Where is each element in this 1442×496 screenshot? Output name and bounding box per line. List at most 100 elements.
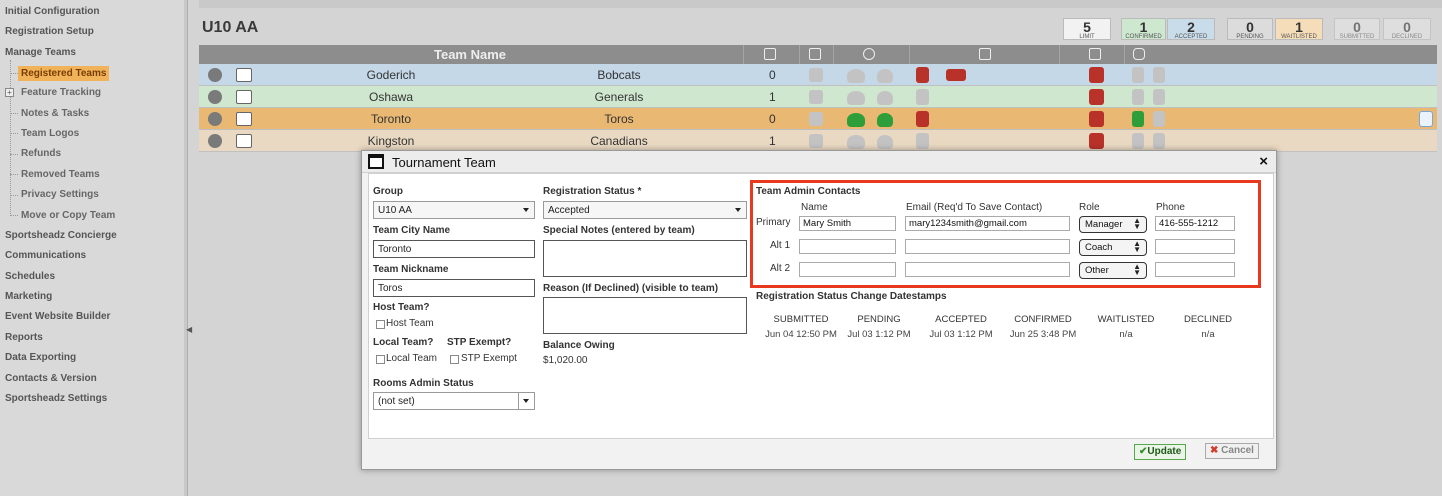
primary-contact-phone-input[interactable]: 416-555-1212 <box>1155 216 1235 231</box>
group-select[interactable]: U10 AA <box>373 201 535 219</box>
team-city-input[interactable]: Toronto <box>373 240 535 258</box>
document-add-icon[interactable] <box>1153 133 1165 149</box>
stat-waitlisted: 1 WAITLISTED <box>1275 18 1323 40</box>
expand-icon[interactable]: + <box>5 88 14 97</box>
table-row[interactable]: Toronto Toros 0 <box>199 108 1437 130</box>
document-icon[interactable] <box>1132 111 1144 127</box>
sidebar-item-reports[interactable]: Reports <box>5 332 43 343</box>
sidebar-item-refunds[interactable]: Refunds <box>21 148 61 159</box>
invoice-icon[interactable] <box>916 89 929 105</box>
rooms-admin-select[interactable]: (not set) <box>373 392 535 410</box>
table-row[interactable]: Goderich Bobcats 0 <box>199 64 1437 86</box>
jersey-icon[interactable] <box>236 134 252 148</box>
alt1-contact-name-input[interactable] <box>799 239 896 254</box>
alt2-contact-name-input[interactable] <box>799 262 896 277</box>
document-add-icon[interactable] <box>1153 67 1165 83</box>
person-icon[interactable] <box>877 113 893 127</box>
jersey-icon[interactable] <box>236 112 252 126</box>
gear-icon[interactable] <box>208 112 222 126</box>
alt1-contact-phone-input[interactable] <box>1155 239 1235 254</box>
gear-icon[interactable] <box>208 90 222 104</box>
add-staff-icon[interactable] <box>847 113 865 127</box>
cancel-button[interactable]: ✖ Cancel <box>1205 443 1259 459</box>
person-icon[interactable] <box>877 91 893 105</box>
payment-card-icon[interactable] <box>946 69 966 81</box>
host-team-checkbox[interactable] <box>376 320 385 329</box>
hotel-icon[interactable] <box>1089 111 1104 127</box>
sidebar-item-move-copy-team[interactable]: Move or Copy Team <box>21 210 115 221</box>
hotel-icon[interactable] <box>1089 133 1104 149</box>
sidebar-item-concierge[interactable]: Sportsheadz Concierge <box>5 230 117 241</box>
datestamp-header: CONFIRMED <box>1014 314 1072 325</box>
alt2-contact-email-input[interactable] <box>905 262 1070 277</box>
invoice-icon[interactable] <box>916 133 929 149</box>
primary-contact-name-input[interactable]: Mary Smith <box>799 216 896 231</box>
sidebar-item-data-exporting[interactable]: Data Exporting <box>5 352 76 363</box>
alt1-role-value: Coach <box>1085 242 1113 253</box>
person-icon[interactable] <box>877 135 893 149</box>
document-icon[interactable] <box>1132 89 1144 105</box>
sidebar-item-initial-configuration[interactable]: Initial Configuration <box>5 6 99 17</box>
invoice-icon[interactable] <box>916 111 929 127</box>
note-icon[interactable] <box>809 68 823 82</box>
sidebar-item-website-builder[interactable]: Event Website Builder <box>5 311 110 322</box>
sidebar-item-registered-teams[interactable]: Registered Teams <box>18 66 110 81</box>
sidebar-item-schedules[interactable]: Schedules <box>5 271 55 282</box>
datestamp-value: Jun 04 12:50 PM <box>765 329 837 340</box>
registration-status-select[interactable]: Accepted <box>543 201 747 219</box>
sidebar-item-contacts-version[interactable]: Contacts & Version <box>5 373 97 384</box>
special-notes-textarea[interactable] <box>543 240 747 277</box>
jersey-icon[interactable] <box>236 68 252 82</box>
collapse-sidebar-icon[interactable]: ◀ <box>186 325 192 335</box>
add-staff-icon[interactable] <box>847 91 865 105</box>
note-icon[interactable] <box>809 112 823 126</box>
add-staff-icon[interactable] <box>847 135 865 149</box>
sidebar-item-registration-setup[interactable]: Registration Setup <box>5 26 94 37</box>
sidebar-item-communications[interactable]: Communications <box>5 250 86 261</box>
document-add-icon[interactable] <box>1153 111 1165 127</box>
note-icon[interactable] <box>809 90 823 104</box>
note-icon[interactable] <box>809 134 823 148</box>
sidebar-item-notes-tasks[interactable]: Notes & Tasks <box>21 108 89 119</box>
hotel-icon[interactable] <box>1089 89 1104 105</box>
hotel-icon[interactable] <box>1089 67 1104 83</box>
primary-contact-email-input[interactable]: mary1234smith@gmail.com <box>905 216 1070 231</box>
alt2-contact-phone-input[interactable] <box>1155 262 1235 277</box>
sidebar-item-removed-teams[interactable]: Removed Teams <box>21 169 100 180</box>
team-name-header[interactable]: Team Name <box>434 47 506 62</box>
sidebar-item-privacy-settings[interactable]: Privacy Settings <box>21 189 99 200</box>
table-row[interactable]: Oshawa Generals 1 <box>199 86 1437 108</box>
alt2-contact-role-select[interactable]: Other ▲ ▼ <box>1079 262 1147 279</box>
tree-line <box>10 60 11 216</box>
close-icon[interactable]: × <box>1259 153 1268 170</box>
sidebar-splitter[interactable] <box>184 0 188 496</box>
sidebar-item-manage-teams[interactable]: Manage Teams <box>5 47 76 58</box>
stp-exempt-checkbox[interactable] <box>450 355 459 364</box>
gear-icon[interactable] <box>208 134 222 148</box>
document-icon[interactable] <box>1132 67 1144 83</box>
alt1-contact-role-select[interactable]: Coach ▲ ▼ <box>1079 239 1147 256</box>
local-team-checkbox[interactable] <box>376 355 385 364</box>
team-nickname-input[interactable]: Toros <box>373 279 535 297</box>
reason-declined-textarea[interactable] <box>543 297 747 334</box>
sidebar-item-marketing[interactable]: Marketing <box>5 291 52 302</box>
hotel-icon <box>1089 48 1101 60</box>
dialog-title: Tournament Team <box>392 155 496 170</box>
document-add-icon[interactable] <box>1153 89 1165 105</box>
document-icon[interactable] <box>1132 133 1144 149</box>
sidebar-item-team-logos[interactable]: Team Logos <box>21 128 79 139</box>
sidebar-item-settings[interactable]: Sportsheadz Settings <box>5 393 107 404</box>
add-staff-icon[interactable] <box>847 69 865 83</box>
stepper-icon: ▲ ▼ <box>1133 239 1141 254</box>
primary-contact-role-select[interactable]: Manager ▲ ▼ <box>1079 216 1147 233</box>
person-icon[interactable] <box>877 69 893 83</box>
jersey-icon[interactable] <box>236 90 252 104</box>
table-row[interactable]: Kingston Canadians 1 <box>199 130 1437 152</box>
gear-icon[interactable] <box>208 68 222 82</box>
update-button[interactable]: ✔Update <box>1134 444 1187 460</box>
invoice-icon[interactable] <box>916 67 929 83</box>
sidebar-item-feature-tracking[interactable]: Feature Tracking <box>21 87 101 98</box>
alt1-contact-email-input[interactable] <box>905 239 1070 254</box>
refresh-icon[interactable] <box>1419 111 1433 127</box>
stat-count: 0 <box>1353 19 1361 35</box>
